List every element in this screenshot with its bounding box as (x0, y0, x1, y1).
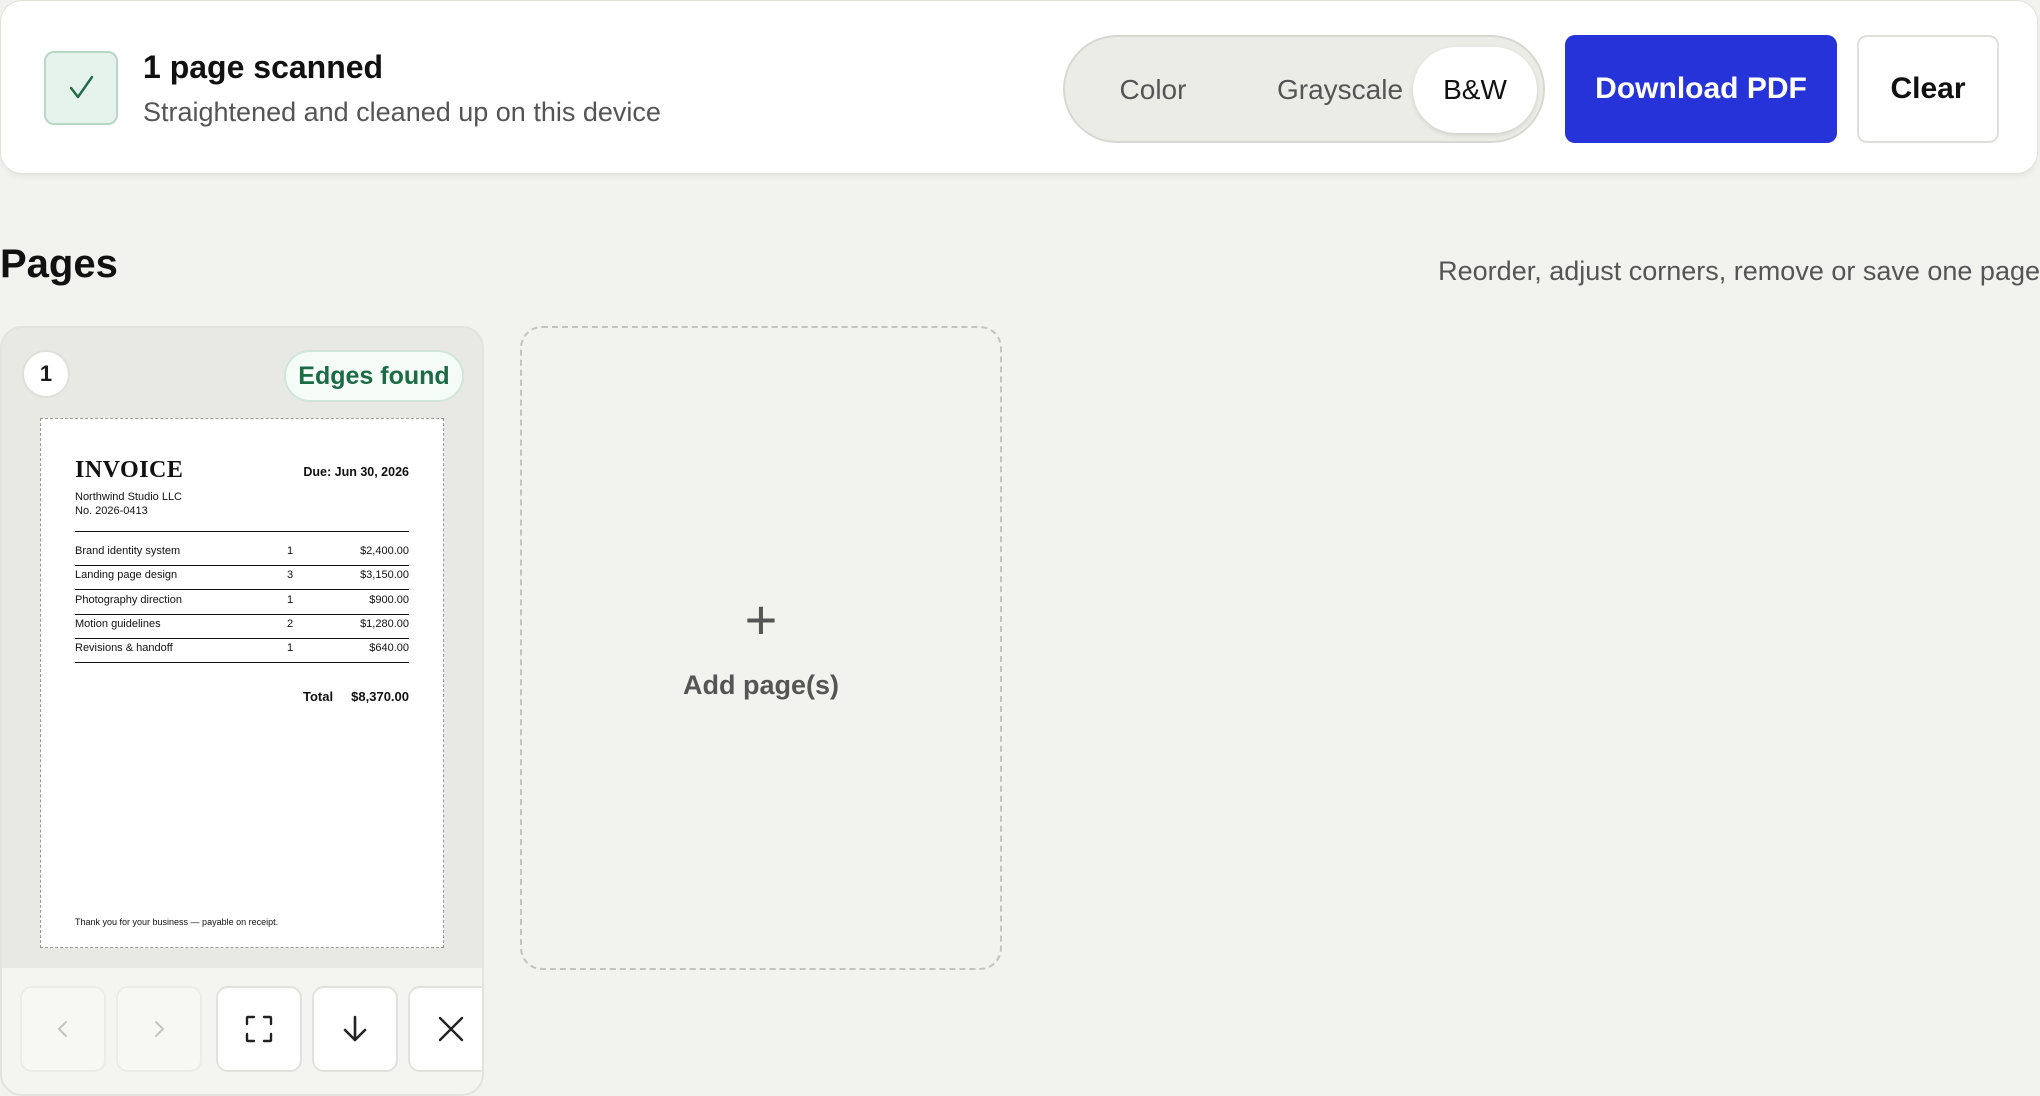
line-amount: $3,150.00 (360, 569, 409, 581)
invoice-line: Photography direction 1 $900.00 (75, 590, 409, 614)
check-icon (44, 51, 118, 125)
line-description: Photography direction (75, 594, 183, 606)
line-amount: $1,280.00 (360, 618, 409, 630)
download-page-button[interactable] (312, 986, 398, 1072)
invoice-title: INVOICE (75, 457, 184, 483)
invoice-company: Northwind Studio LLC (75, 491, 183, 503)
close-icon (436, 1014, 466, 1044)
divider (75, 531, 409, 532)
invoice-total-label: Total (303, 689, 334, 704)
mode-bw-option[interactable]: B&W (1413, 47, 1537, 133)
chevron-left-icon (53, 1019, 73, 1039)
move-right-button[interactable] (116, 986, 202, 1072)
move-left-button[interactable] (20, 986, 106, 1072)
page-card[interactable]: 1 Edges found INVOICE Due: Jun 30, 2026 … (0, 326, 484, 1096)
line-description: Landing page design (75, 569, 178, 581)
divider (75, 662, 409, 663)
line-amount: $640.00 (369, 642, 409, 654)
chevron-right-icon (149, 1019, 169, 1039)
line-quantity: 1 (287, 545, 294, 557)
color-mode-toggle: Color Grayscale B&W (1063, 35, 1545, 143)
page-number-badge: 1 (22, 350, 70, 398)
mode-color-option[interactable]: Color (1089, 47, 1217, 133)
line-description: Brand identity system (75, 545, 181, 557)
pages-heading: Pages (0, 242, 118, 286)
line-description: Revisions & handoff (75, 642, 173, 654)
page-thumbnail[interactable]: INVOICE Due: Jun 30, 2026 Northwind Stud… (40, 418, 444, 948)
add-page-label: Add page(s) (682, 670, 839, 700)
invoice-footer: Thank you for your business — payable on… (75, 917, 279, 927)
plus-icon: + (744, 588, 778, 651)
line-description: Motion guidelines (75, 618, 161, 630)
invoice-due-date: Due: Jun 30, 2026 (303, 465, 409, 479)
invoice-total-value: $8,370.00 (351, 689, 409, 704)
line-quantity: 1 (287, 594, 294, 606)
edges-found-badge: Edges found (284, 350, 464, 402)
status-bar: 1 page scanned Straightened and cleaned … (0, 0, 2038, 174)
status-title: 1 page scanned (143, 49, 384, 85)
invoice-line: Motion guidelines 2 $1,280.00 (75, 614, 409, 638)
page-toolbar (2, 968, 482, 1094)
adjust-corners-button[interactable] (216, 986, 302, 1072)
add-page-button[interactable]: + Add page(s) (520, 326, 1002, 970)
download-pdf-button[interactable]: Download PDF (1565, 35, 1837, 143)
line-quantity: 3 (287, 569, 294, 581)
invoice-line: Brand identity system 1 $2,400.00 (75, 541, 409, 565)
remove-page-button[interactable] (408, 986, 482, 1072)
line-amount: $2,400.00 (360, 545, 409, 557)
invoice-line: Landing page design 3 $3,150.00 (75, 565, 409, 589)
invoice-number: No. 2026-0413 (75, 505, 148, 517)
status-subtitle: Straightened and cleaned up on this devi… (143, 97, 661, 127)
line-quantity: 1 (287, 642, 294, 654)
clear-button[interactable]: Clear (1857, 35, 1999, 143)
adjust-corners-icon (244, 1014, 274, 1044)
pages-hint: Reorder, adjust corners, remove or save … (1438, 256, 2040, 286)
line-amount: $900.00 (369, 594, 409, 606)
download-icon (340, 1014, 370, 1044)
invoice-line: Revisions & handoff 1 $640.00 (75, 638, 409, 662)
line-quantity: 2 (287, 618, 294, 630)
